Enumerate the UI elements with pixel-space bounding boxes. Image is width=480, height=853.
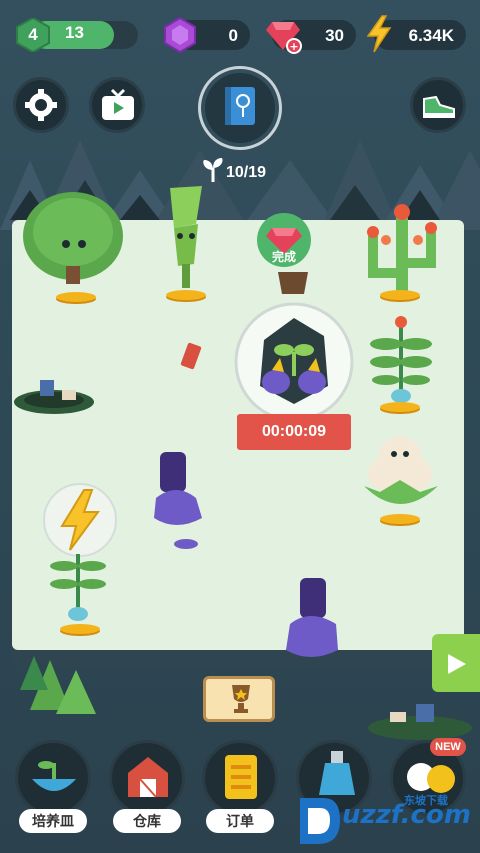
settings-button[interactable] bbox=[13, 77, 69, 133]
energy-counter[interactable]: 6.34K bbox=[366, 15, 466, 53]
video-reward-button[interactable] bbox=[89, 77, 145, 133]
svg-text:+: + bbox=[289, 40, 298, 53]
cactus-flower-plant[interactable] bbox=[354, 196, 450, 300]
purple-gem-value: 0 bbox=[228, 26, 238, 45]
nav-petri-dish[interactable]: 培养皿 bbox=[13, 738, 93, 838]
level-hex-icon: 4 bbox=[15, 16, 51, 54]
ink-bottle-spill bbox=[286, 578, 338, 657]
shop-button[interactable] bbox=[410, 77, 466, 133]
settings-gear-icon bbox=[25, 89, 57, 121]
sprout-icon bbox=[203, 158, 223, 182]
purple-gem-counter[interactable]: 0 bbox=[164, 16, 250, 54]
mud-puddle bbox=[14, 380, 94, 414]
new-badge: NEW bbox=[430, 738, 466, 756]
barn-icon bbox=[128, 757, 168, 798]
next-area-button[interactable] bbox=[432, 634, 480, 692]
play-arrow-icon bbox=[448, 654, 466, 674]
sneaker-icon bbox=[423, 95, 455, 118]
site-watermark: 东坡下载 uzzf.com bbox=[294, 788, 480, 853]
fern-plant[interactable] bbox=[48, 548, 108, 624]
petri-dish-icon bbox=[32, 761, 76, 791]
plant-pot bbox=[278, 272, 308, 294]
trophy-icon bbox=[232, 685, 250, 713]
watermark-brand: uzzf.com bbox=[342, 800, 471, 830]
red-gem-counter[interactable]: + 30 bbox=[266, 20, 356, 54]
game-screen: 13 4 0 + 30 6.34K 10/19 完成 00:00:09 培养皿 … bbox=[0, 0, 480, 853]
level-number: 4 bbox=[28, 25, 38, 44]
order-scroll-icon bbox=[225, 755, 257, 799]
ghost-flower-plant[interactable] bbox=[360, 432, 442, 518]
fern-plant[interactable] bbox=[368, 314, 434, 404]
gold-coin-pile[interactable] bbox=[166, 290, 206, 300]
growing-seed-bubble[interactable] bbox=[232, 300, 356, 424]
nav-label-orders: 订单 bbox=[206, 809, 274, 833]
gold-coin-pile[interactable] bbox=[380, 514, 420, 524]
ink-bottle-spill bbox=[154, 452, 202, 549]
growth-timer: 00:00:09 bbox=[237, 414, 351, 450]
level-xp-bar: 13 4 bbox=[15, 16, 138, 54]
nav-storage[interactable]: 仓库 bbox=[107, 738, 187, 838]
sprout-counter: 10/19 bbox=[226, 164, 267, 181]
nav-label-storage: 仓库 bbox=[113, 809, 181, 833]
energy-value: 6.34K bbox=[408, 26, 454, 45]
trophy-button[interactable] bbox=[203, 676, 275, 722]
watermark-logo-icon bbox=[300, 798, 340, 844]
red-gem-value: 30 bbox=[325, 26, 344, 45]
video-tv-icon bbox=[102, 88, 134, 120]
gold-coin-pile[interactable] bbox=[56, 292, 96, 302]
plant-book-icon bbox=[225, 87, 255, 125]
gem-purple-icon bbox=[164, 16, 196, 54]
lightning-icon bbox=[366, 15, 392, 53]
red-can-trash[interactable] bbox=[176, 340, 206, 374]
nav-label-dish: 培养皿 bbox=[19, 809, 87, 833]
gold-coin-pile[interactable] bbox=[380, 290, 420, 300]
xp-value: 13 bbox=[65, 23, 84, 42]
gold-coin-pile[interactable] bbox=[60, 624, 100, 634]
tree-plant[interactable] bbox=[18, 186, 128, 296]
forest-corner bbox=[20, 656, 96, 714]
plant-book-button[interactable] bbox=[205, 73, 275, 143]
gold-coin-pile[interactable] bbox=[380, 402, 420, 412]
harvest-done-label: 完成 bbox=[271, 250, 296, 264]
leafy-sprout-plant[interactable] bbox=[160, 184, 212, 294]
gem-red-icon: + bbox=[266, 22, 302, 54]
harvest-ready-badge[interactable]: 完成 bbox=[256, 210, 312, 272]
nav-orders[interactable]: 订单 bbox=[200, 738, 280, 838]
